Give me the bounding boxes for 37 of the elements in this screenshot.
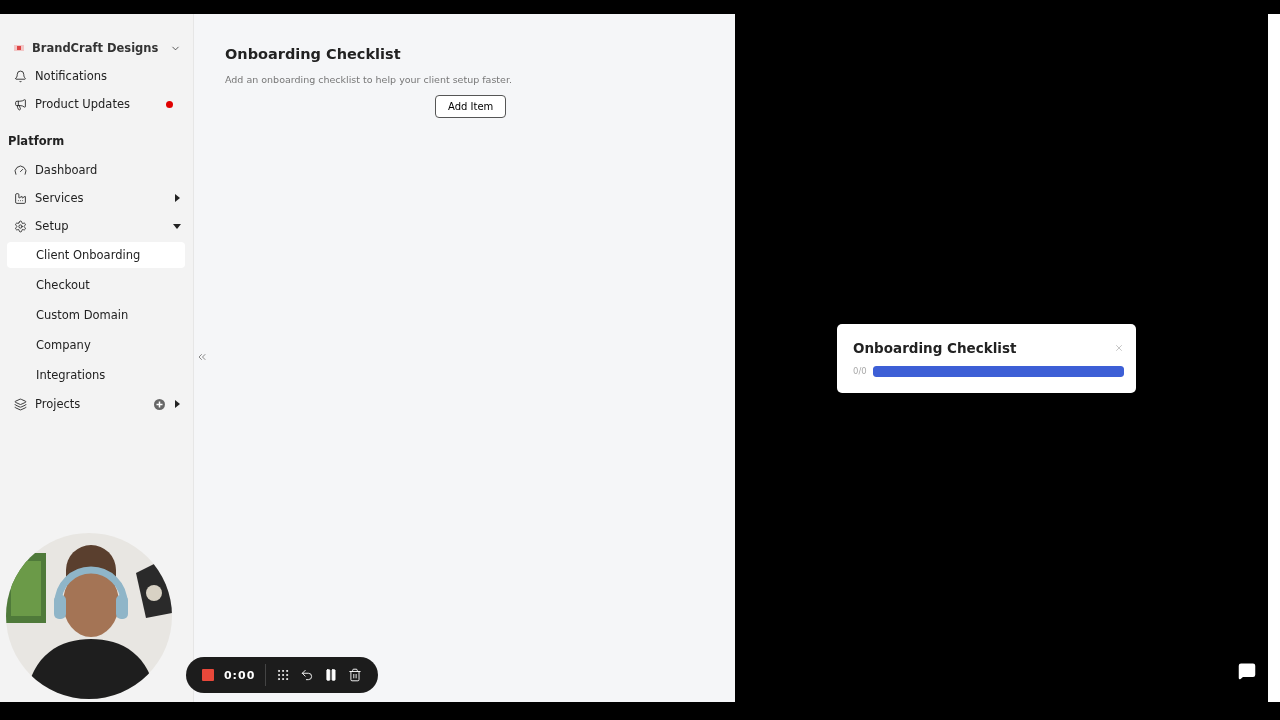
sidebar-item[interactable]: Projects	[0, 390, 193, 418]
bell-icon	[14, 69, 27, 83]
collapse-icon[interactable]	[196, 351, 208, 363]
recording-timer: 0:00	[223, 668, 256, 682]
caret-icon	[173, 222, 181, 230]
progress-count: 0/0	[853, 366, 867, 376]
pause-icon	[324, 668, 339, 682]
submenu-item[interactable]: Checkout	[7, 272, 185, 298]
settings-icon	[14, 219, 27, 233]
gauge-icon	[14, 163, 27, 177]
submenu-item[interactable]: Company	[7, 332, 185, 358]
page-description: Add an onboarding checklist to help your client setup faster.	[225, 74, 513, 85]
delete-icon	[348, 668, 362, 682]
submenu-item[interactable]: Custom Domain	[7, 302, 185, 328]
section-heading: Platform	[7, 133, 66, 150]
megaphone-icon	[14, 97, 27, 111]
page-title: Onboarding Checklist	[225, 46, 402, 62]
restart-icon	[300, 668, 315, 682]
sidebar-item[interactable]: Dashboard	[0, 156, 193, 184]
add-icon[interactable]	[154, 398, 165, 410]
workspace-switcher[interactable]: BrandCraft Designs	[0, 34, 193, 62]
sidebar-item[interactable]: Notifications	[0, 62, 193, 90]
checklist-title: Onboarding Checklist	[853, 339, 1017, 356]
caret-icon	[173, 400, 181, 408]
sidebar-item[interactable]: Product Updates	[0, 90, 193, 118]
submenu-item[interactable]: Integrations	[7, 362, 185, 388]
caret-icon	[173, 194, 181, 202]
sidebar-item[interactable]: Services	[0, 184, 193, 212]
chat-icon[interactable]	[1238, 662, 1256, 680]
logo-icon	[14, 45, 24, 51]
layers-icon	[14, 397, 27, 411]
sidebar-item[interactable]: Setup	[0, 212, 193, 240]
factory-icon	[14, 191, 27, 205]
add-item-button[interactable]: Add Item	[435, 95, 507, 118]
close-icon[interactable]	[1114, 342, 1124, 353]
grid-icon	[276, 668, 291, 682]
submenu-item[interactable]: Client Onboarding	[7, 242, 185, 268]
